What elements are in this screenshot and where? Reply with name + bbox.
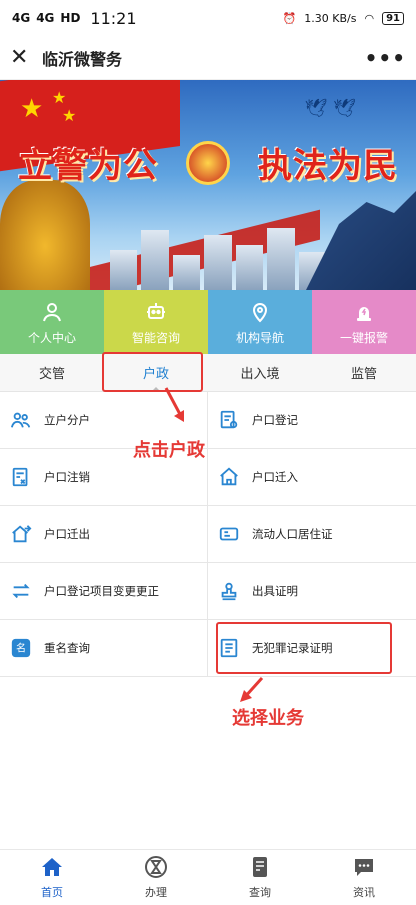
annotation-tap-tab: 点击户政 [133,440,205,461]
tile-personal-center[interactable]: 个人中心 [0,290,104,354]
tile-agency-navigation[interactable]: 机构导航 [208,290,312,354]
annotation-arrow-icon [240,676,264,702]
tile-label: 智能咨询 [131,330,180,345]
service-registration-change[interactable]: 户口登记项目变更更正 [0,563,208,620]
alarm-clock-icon: ⏰ [282,11,297,25]
service-household-move-in[interactable]: 户口迁入 [208,449,416,506]
category-tabs: 交管 户政 出入境 监管 [0,354,416,392]
service-residence-permit[interactable]: 流动人口居住证 [208,506,416,563]
service-no-criminal-record[interactable]: 无犯罪记录证明 [208,620,416,677]
page-title: 临沂微警务 [42,49,123,69]
tile-label: 机构导航 [235,330,284,345]
service-label: 重名查询 [44,641,90,655]
query-doc-icon [247,855,273,882]
home-in-icon [218,466,240,488]
service-label: 流动人口居住证 [252,527,333,541]
clock: 11:21 [90,8,137,28]
hourglass-icon [143,855,169,882]
svg-text:名: 名 [16,642,26,655]
police-emblem-icon [186,140,230,185]
swap-icon [10,580,32,602]
nav-query[interactable]: 查询 [208,850,312,905]
service-label: 户口登记项目变更更正 [44,584,159,598]
users-icon [10,409,32,431]
nav-news[interactable]: 资讯 [312,850,416,905]
status-bar: 4G 4G HD 11:21 ⏰ 1.30 KB/s ◠ 91 [0,0,416,36]
slogan-left: 立警为公 [18,146,158,186]
nav-label: 资讯 [353,886,375,899]
battery-indicator: 91 [382,11,404,25]
service-household-registration[interactable]: 户口登记 [208,392,416,449]
nav-label: 查询 [249,886,271,899]
name-search-icon: 名 [10,637,32,659]
service-label: 户口迁入 [252,470,298,484]
stamp-icon [218,580,240,602]
tab-supervision[interactable]: 监管 [312,354,416,391]
star-icon: ★ [20,94,44,124]
service-label: 无犯罪记录证明 [252,641,333,655]
signal-indicator: 4G [12,11,31,25]
tab-exit-entry[interactable]: 出入境 [208,354,312,391]
tab-label: 交管 [38,367,65,382]
chat-icon [351,855,377,882]
nav-handle[interactable]: 办理 [104,850,208,905]
tile-label: 一键报警 [339,330,388,345]
lion-statue-graphic [0,180,90,290]
tab-household[interactable]: 户政 [104,354,208,392]
service-grid: 立户分户 户口登记 户口注销 户口迁入 户口迁出 流动人口居住证 户口登记项目变… [0,392,416,677]
banner-slogan: 立警为公 执法为民 [18,138,398,187]
tile-one-key-alarm[interactable]: 一键报警 [312,290,416,354]
app-header: ✕ 临沂微警务 ••• [0,36,416,80]
annotation-choose-service: 选择业务 [232,708,304,729]
tab-label: 监管 [350,367,377,382]
star-icon: ★ [52,88,67,107]
hd-indicator: HD [60,11,81,25]
id-card-icon [218,523,240,545]
service-label: 户口迁出 [44,527,90,541]
home-out-icon [10,523,32,545]
banner-image: ★ ★ ★ 🕊 🕊 立警为公 执法为民 [0,80,416,290]
service-household-move-out[interactable]: 户口迁出 [0,506,208,563]
quick-tiles: 个人中心 智能咨询 机构导航 一键报警 [0,290,416,354]
home-icon [39,855,65,882]
service-issue-certificate[interactable]: 出具证明 [208,563,416,620]
service-label: 立户分户 [44,413,90,427]
cancel-doc-icon [10,466,32,488]
wifi-icon: ◠ [364,11,375,25]
network-speed: 1.30 KB/s [304,11,357,25]
nav-label: 办理 [145,886,167,899]
service-label: 户口注销 [44,470,90,484]
signal-indicator-2: 4G [36,11,55,25]
service-label: 户口登记 [252,413,298,427]
city-skyline-graphic [110,220,326,290]
certificate-icon [218,637,240,659]
nav-label: 首页 [41,886,63,899]
bottom-navigation: 首页 办理 查询 资讯 [0,849,416,905]
slogan-right: 执法为民 [258,146,398,186]
alarm-icon [351,299,377,325]
tile-label: 个人中心 [27,330,76,345]
service-label: 出具证明 [252,584,298,598]
register-doc-icon [218,409,240,431]
tab-label: 出入境 [240,367,280,382]
tab-traffic[interactable]: 交管 [0,354,104,391]
star-icon: ★ [62,106,77,125]
robot-icon [143,299,169,325]
tab-label: 户政 [142,367,169,382]
more-menu-button[interactable]: ••• [365,46,406,70]
location-pin-icon [247,299,273,325]
nav-home[interactable]: 首页 [0,850,104,905]
service-duplicate-name-query[interactable]: 名 重名查询 [0,620,208,677]
person-icon [39,299,65,325]
close-button[interactable]: ✕ [10,45,36,70]
tile-smart-consult[interactable]: 智能咨询 [104,290,208,354]
doves-graphic: 🕊 🕊 [304,98,356,119]
annotation-arrow-icon [164,387,184,422]
